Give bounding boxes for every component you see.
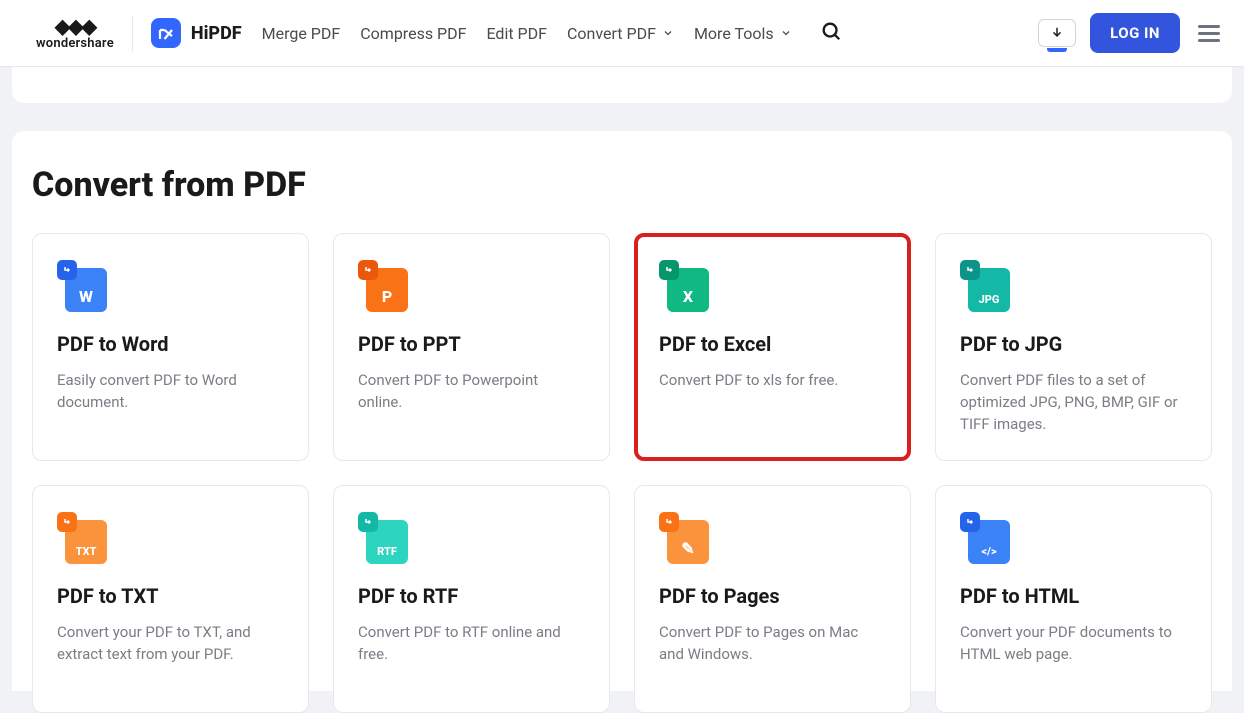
download-button[interactable] (1038, 19, 1076, 47)
tool-card-pdf-to-txt[interactable]: TXT PDF to TXT Convert your PDF to TXT, an… (32, 485, 309, 713)
header-right: LOG IN (1038, 13, 1224, 53)
tool-card-pdf-to-jpg[interactable]: JPG PDF to JPG Convert PDF files to a set … (935, 233, 1212, 461)
tool-card-pdf-to-word[interactable]: W PDF to Word Easily convert PDF to Word d… (32, 233, 309, 461)
tool-icon: RTF (358, 512, 408, 564)
tool-card-title: PDF to JPG (960, 332, 1187, 356)
tool-icon: TXT (57, 512, 107, 564)
nav-merge-pdf[interactable]: Merge PDF (262, 24, 341, 43)
convert-arrow-icon (57, 260, 77, 280)
tool-card-title: PDF to HTML (960, 584, 1187, 608)
tool-card-title: PDF to Excel (659, 332, 886, 356)
convert-from-pdf-section: Convert from PDF W PDF to Word Easily conv… (12, 131, 1232, 691)
convert-arrow-icon (358, 260, 378, 280)
tool-icon: JPG (960, 260, 1010, 312)
nav-edit-pdf[interactable]: Edit PDF (486, 24, 547, 43)
tool-card-title: PDF to Pages (659, 584, 886, 608)
tool-icon: W (57, 260, 107, 312)
chevron-down-icon (780, 27, 792, 39)
convert-arrow-icon (659, 260, 679, 280)
tool-card-title: PDF to PPT (358, 332, 585, 356)
tool-card-desc: Easily convert PDF to Word document. (57, 370, 284, 414)
chevron-down-icon (662, 27, 674, 39)
tool-icon: ✎ (659, 512, 709, 564)
tool-icon: </> (960, 512, 1010, 564)
hipdf-logo-text: HiPDF (191, 23, 242, 44)
page-body: Convert from PDF W PDF to Word Easily conv… (0, 67, 1244, 691)
header: ◆◆◆ wondershare HiPDF Merge PDF Compress… (0, 0, 1244, 67)
tool-card-pdf-to-ppt[interactable]: P PDF to PPT Convert PDF to Powerpoint onl… (333, 233, 610, 461)
nav-convert-pdf-label: Convert PDF (567, 24, 656, 43)
main-nav: Merge PDF Compress PDF Edit PDF Convert … (262, 20, 1038, 46)
login-button[interactable]: LOG IN (1090, 13, 1180, 53)
tool-card-desc: Convert PDF to Powerpoint online. (358, 370, 585, 414)
hipdf-logo-icon (151, 18, 181, 48)
tool-card-desc: Convert PDF files to a set of optimized … (960, 370, 1187, 435)
cards-grid: W PDF to Word Easily convert PDF to Word d… (32, 233, 1212, 713)
convert-arrow-icon (960, 260, 980, 280)
menu-icon[interactable] (1194, 17, 1224, 50)
search-icon[interactable] (820, 20, 842, 46)
wondershare-logo-icon: ◆◆◆ (55, 16, 95, 36)
nav-more-tools-label: More Tools (694, 24, 774, 43)
tool-card-pdf-to-excel[interactable]: X PDF to Excel Convert PDF to xls for free… (634, 233, 911, 461)
wondershare-logo[interactable]: ◆◆◆ wondershare (36, 16, 133, 51)
convert-arrow-icon (358, 512, 378, 532)
download-icon (1050, 26, 1064, 40)
previous-section-bottom (12, 67, 1232, 103)
tool-icon: P (358, 260, 408, 312)
convert-arrow-icon (659, 512, 679, 532)
section-title: Convert from PDF (32, 165, 1212, 205)
convert-arrow-icon (960, 512, 980, 532)
hipdf-logo[interactable]: HiPDF (151, 18, 242, 48)
wondershare-logo-text: wondershare (36, 36, 114, 51)
tool-card-title: PDF to Word (57, 332, 284, 356)
nav-convert-pdf[interactable]: Convert PDF (567, 24, 674, 43)
tool-card-pdf-to-rtf[interactable]: RTF PDF to RTF Convert PDF to RTF online a… (333, 485, 610, 713)
tool-card-desc: Convert PDF to RTF online and free. (358, 622, 585, 666)
tool-card-pdf-to-pages[interactable]: ✎ PDF to Pages Convert PDF to Pages on Mac… (634, 485, 911, 713)
tool-card-desc: Convert your PDF documents to HTML web p… (960, 622, 1187, 666)
convert-arrow-icon (57, 512, 77, 532)
tool-card-title: PDF to TXT (57, 584, 284, 608)
tool-card-desc: Convert your PDF to TXT, and extract tex… (57, 622, 284, 666)
tool-card-pdf-to-html[interactable]: </> PDF to HTML Convert your PDF documents… (935, 485, 1212, 713)
nav-more-tools[interactable]: More Tools (694, 24, 792, 43)
tool-card-desc: Convert PDF to xls for free. (659, 370, 886, 392)
tool-card-desc: Convert PDF to Pages on Mac and Windows. (659, 622, 886, 666)
tool-icon: X (659, 260, 709, 312)
nav-compress-pdf[interactable]: Compress PDF (360, 24, 466, 43)
tool-card-title: PDF to RTF (358, 584, 585, 608)
